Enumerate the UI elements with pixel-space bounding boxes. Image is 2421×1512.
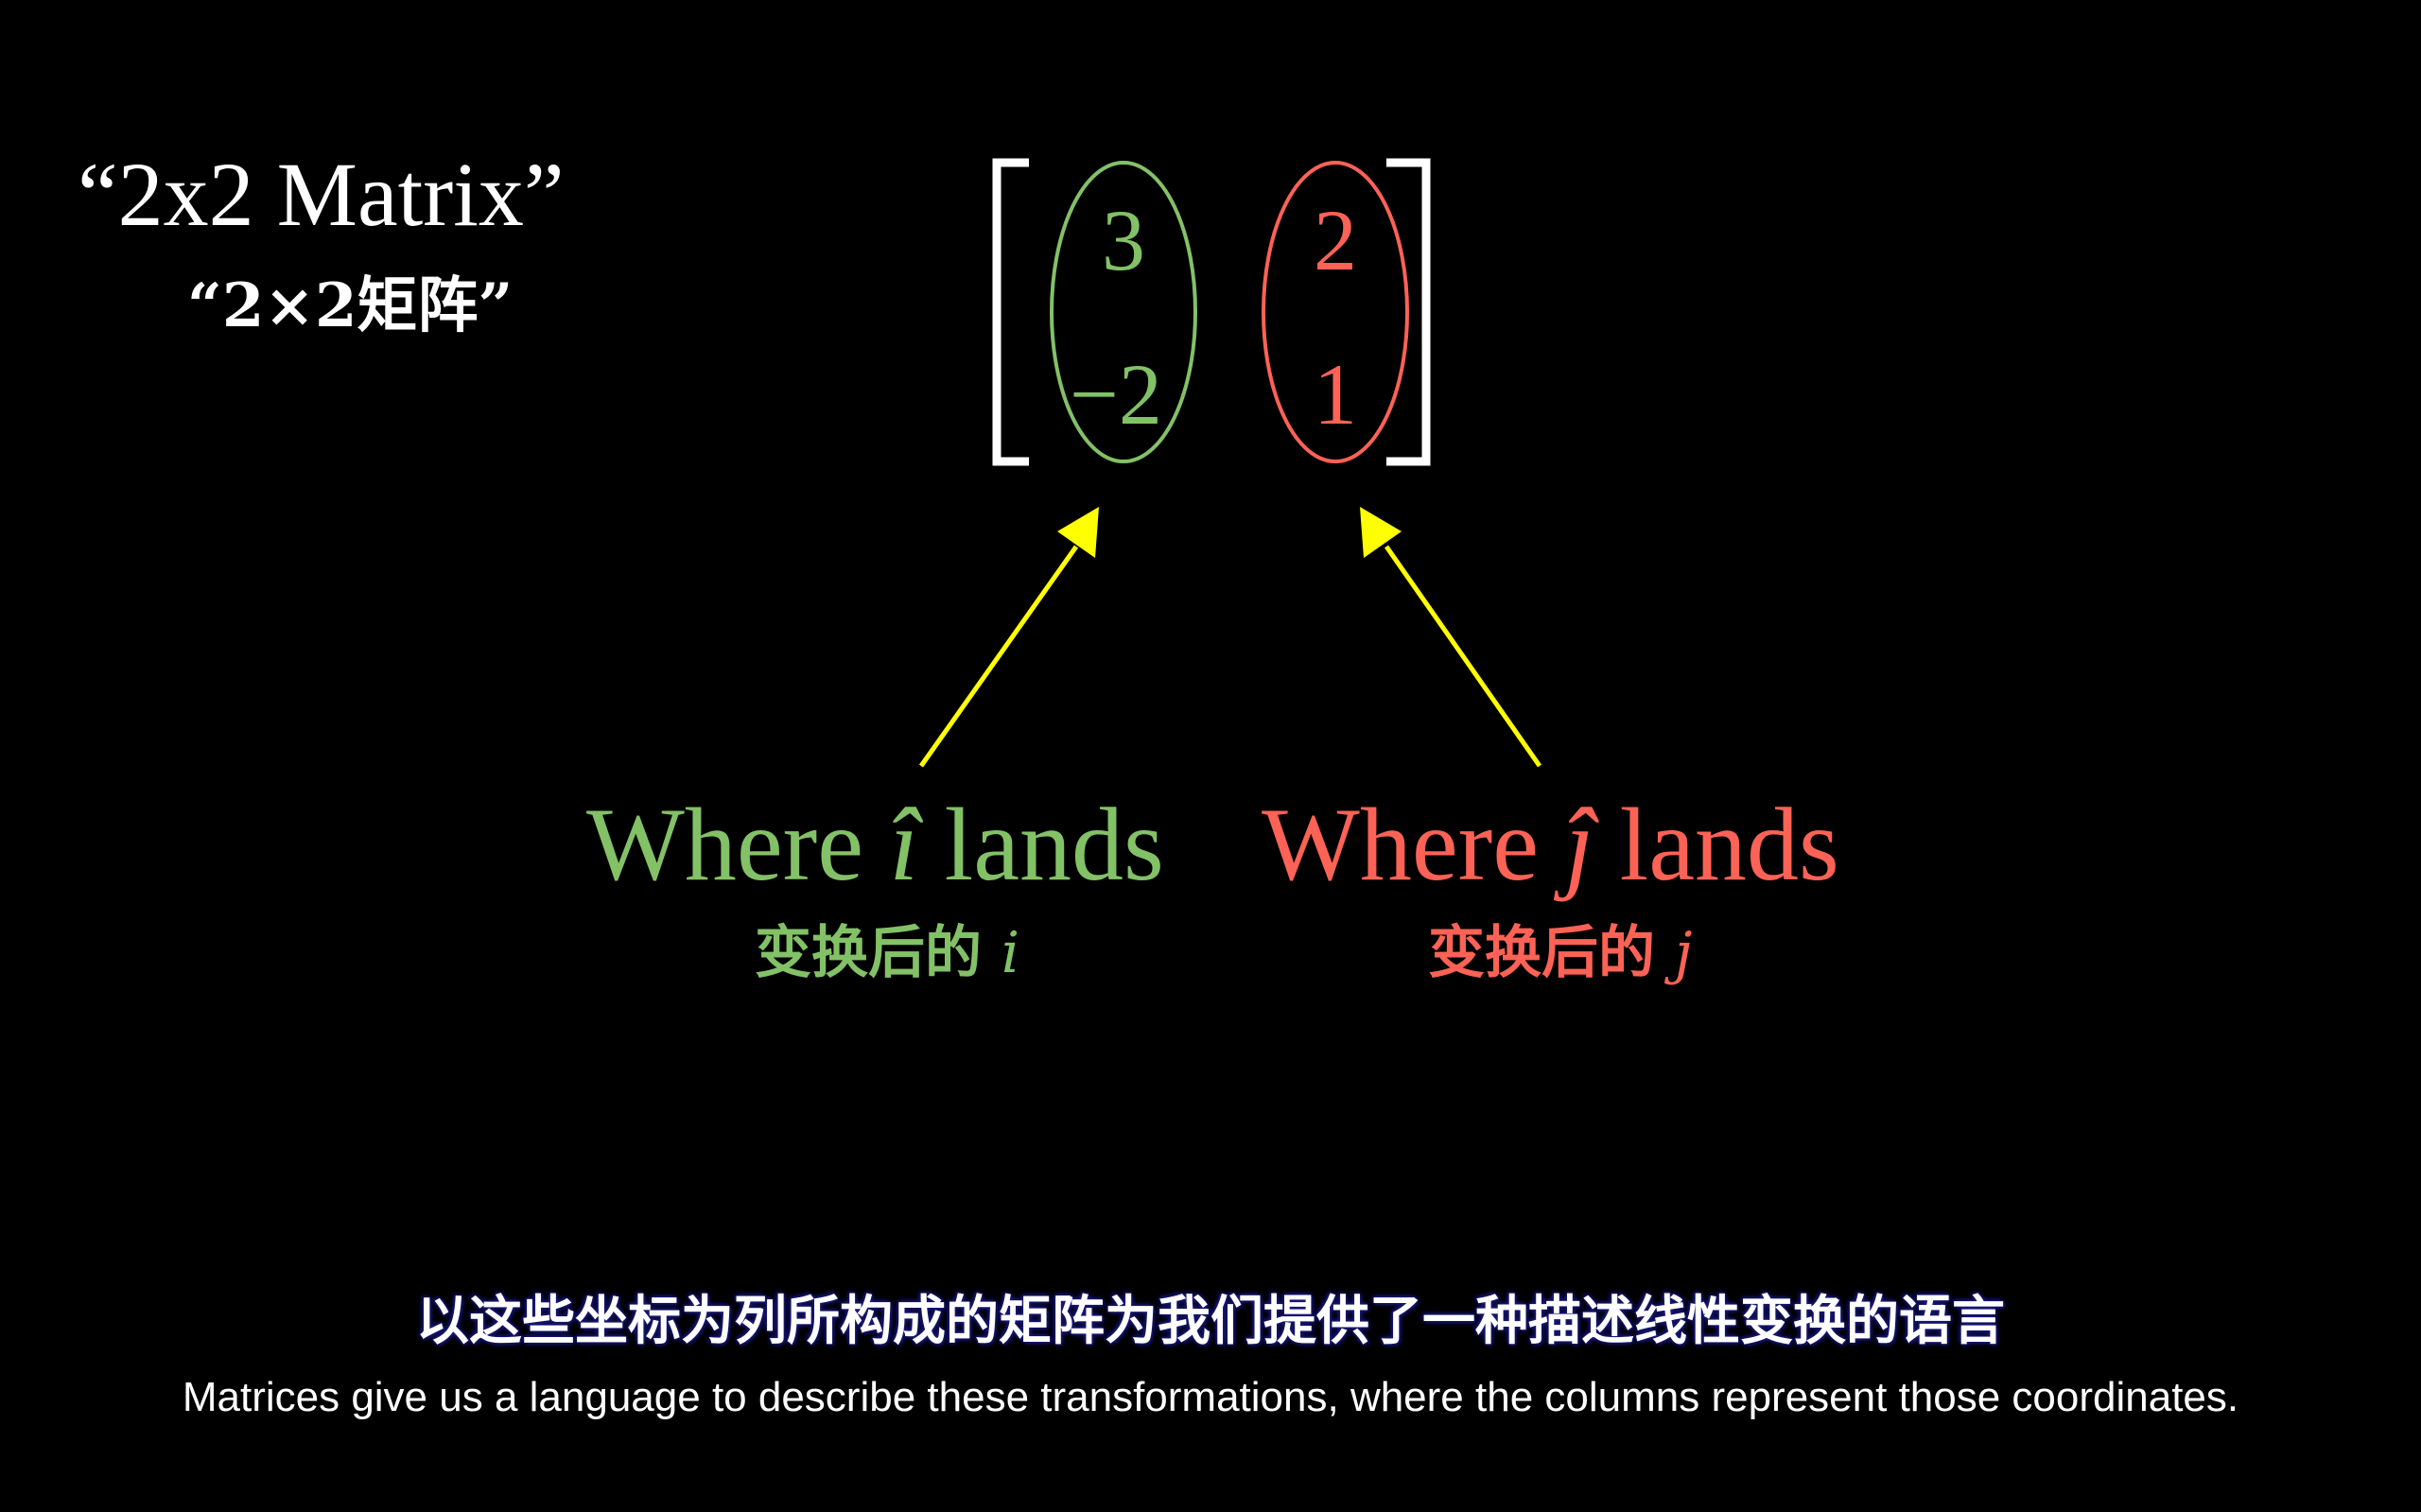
label-j-hat-english: Where ĵ lands [1262,792,1839,896]
label-j-suffix: lands [1594,787,1839,902]
label-i-suffix: lands [918,787,1164,902]
j-hat-symbol: ĵ [1564,787,1594,902]
label-j-var: j [1674,920,1693,986]
subtitle-english: Matrices give us a language to describe … [182,1374,2239,1420]
label-i-chinese: 变换后的 i [755,925,1019,982]
arrow-i-hat [918,507,1099,768]
label-j-chinese: 变换后的 j [1428,925,1693,982]
label-i-zh-text: 变换后的 [755,920,982,986]
label-i-hat-english: Where î lands [586,792,1164,896]
matrix-entry-1-2: 2 [1314,192,1357,288]
label-i-prefix: Where [586,787,890,902]
matrix-diagram: 3 −2 2 1 [918,158,1542,768]
matrix-entry-2-2: 1 [1314,346,1357,443]
subtitle-chinese: 以这些坐标为列所构成的矩阵为我们提供了一种描述线性变换的语言 [416,1291,2005,1352]
arrow-j-hat [1360,507,1542,768]
label-i-var: i [1001,920,1020,986]
matrix-left-bracket [992,158,1029,466]
label-j-zh-text: 变换后的 [1428,920,1655,986]
label-j-prefix: Where [1262,787,1565,902]
matrix-entry-1-1: 3 [1102,192,1145,288]
i-hat-symbol: î [889,787,919,902]
matrix-entry-2-1: −2 [1070,346,1162,443]
